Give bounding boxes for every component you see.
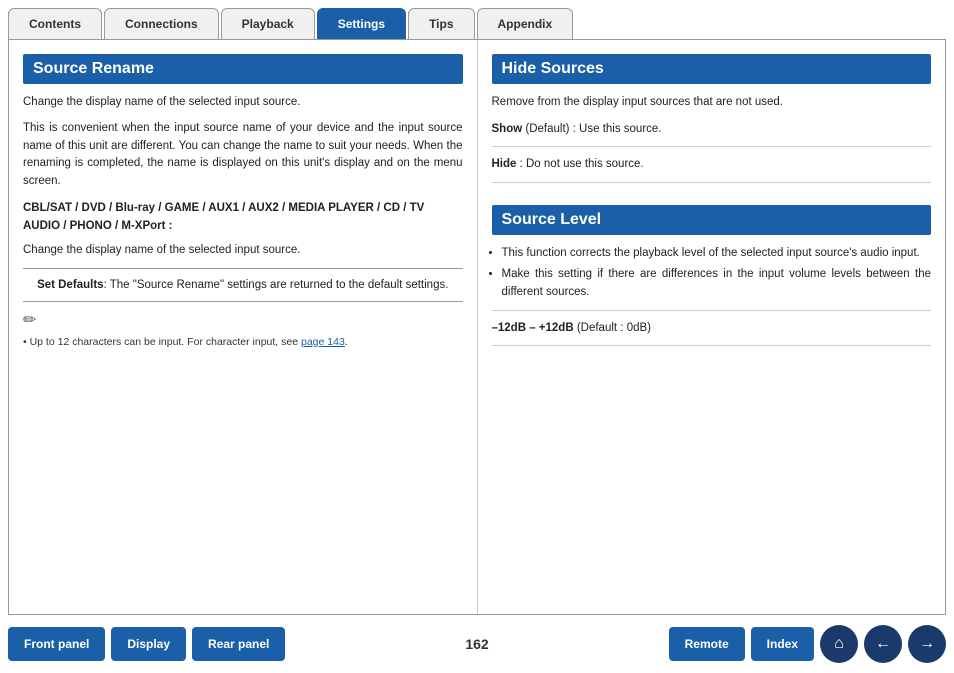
left-panel: Source Rename Change the display name of…	[9, 40, 478, 614]
tab-connections[interactable]: Connections	[104, 8, 219, 39]
source-rename-header: Source Rename	[23, 54, 463, 84]
forward-button[interactable]: →	[908, 625, 946, 663]
front-panel-button[interactable]: Front panel	[8, 627, 105, 661]
source-level-bullets: This function corrects the playback leve…	[492, 245, 932, 302]
home-icon: ⌂	[834, 635, 844, 653]
page-143-link[interactable]: page 143	[301, 336, 345, 348]
hide-definition: Hide : Do not use this source.	[492, 155, 932, 173]
tab-appendix[interactable]: Appendix	[477, 8, 574, 39]
sources-list: CBL/SAT / DVD / Blu-ray / GAME / AUX1 / …	[23, 199, 463, 236]
hide-sources-header: Hide Sources	[492, 54, 932, 84]
source-level-header: Source Level	[492, 205, 932, 235]
rear-panel-button[interactable]: Rear panel	[192, 627, 285, 661]
note-block: ✏ • Up to 12 characters can be input. Fo…	[23, 310, 463, 351]
sources-desc: Change the display name of the selected …	[23, 242, 463, 260]
remote-button[interactable]: Remote	[669, 627, 745, 661]
tab-settings[interactable]: Settings	[317, 8, 406, 39]
tab-contents[interactable]: Contents	[8, 8, 102, 39]
index-button[interactable]: Index	[751, 627, 814, 661]
source-rename-intro1: Change the display name of the selected …	[23, 94, 463, 112]
back-button[interactable]: ←	[864, 625, 902, 663]
show-definition: Show (Default) : Use this source.	[492, 120, 932, 138]
right-panel: Hide Sources Remove from the display inp…	[478, 40, 946, 614]
bullet-item-1: This function corrects the playback leve…	[502, 245, 932, 263]
back-icon: ←	[875, 635, 891, 653]
note-text: • Up to 12 characters can be input. For …	[23, 336, 348, 348]
forward-icon: →	[919, 635, 935, 653]
display-button[interactable]: Display	[111, 627, 186, 661]
pencil-icon: ✏	[23, 310, 463, 330]
source-rename-intro2: This is convenient when the input source…	[23, 120, 463, 191]
home-button[interactable]: ⌂	[820, 625, 858, 663]
bullet-item-2: Make this setting if there are differenc…	[502, 266, 932, 302]
set-defaults: Set Defaults: The "Source Rename" settin…	[23, 275, 463, 295]
tab-tips[interactable]: Tips	[408, 8, 474, 39]
content-area: Source Rename Change the display name of…	[8, 39, 946, 615]
tab-playback[interactable]: Playback	[221, 8, 315, 39]
bottom-bar: Front panel Display Rear panel 162 Remot…	[0, 615, 954, 673]
hide-sources-desc: Remove from the display input sources th…	[492, 94, 932, 112]
range-text: –12dB – +12dB (Default : 0dB)	[492, 319, 932, 337]
tab-bar: Contents Connections Playback Settings T…	[0, 0, 954, 39]
page-number: 162	[291, 636, 662, 652]
